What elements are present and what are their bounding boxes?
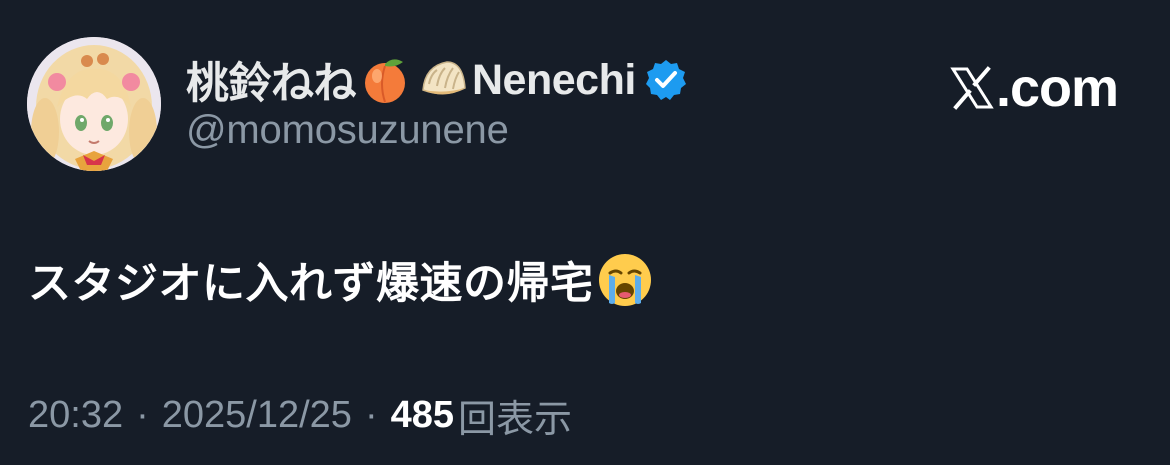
verified-badge-icon[interactable] [644, 58, 688, 102]
dumpling-emoji-icon [417, 54, 469, 106]
site-logo-text: .com [995, 58, 1119, 118]
avatar[interactable] [27, 37, 161, 171]
tweet-text: スタジオに入れず爆速の帰宅 [28, 260, 594, 308]
meta-separator: · [364, 393, 378, 436]
post-time[interactable]: 20:32 [28, 394, 123, 437]
peach-emoji-icon [359, 54, 411, 106]
x-logo-icon [950, 66, 994, 110]
site-logo: .com [950, 58, 1119, 118]
views-label: 回表示 [458, 398, 573, 441]
post-date[interactable]: 2025/12/25 [162, 394, 352, 437]
display-name[interactable]: 桃鈴ねね Nenechi [186, 52, 688, 108]
user-handle[interactable]: @momosuzunene [186, 108, 509, 153]
tweet-body: スタジオに入れず爆速の帰宅 [28, 248, 657, 312]
post-meta: 20:32 · 2025/12/25 · 485 回表示 [28, 390, 573, 441]
meta-separator: · [136, 393, 149, 436]
loudly-crying-face-emoji-icon [596, 251, 654, 309]
views-count[interactable]: 485 [391, 394, 454, 437]
display-name-suffix: Nenechi [472, 55, 636, 104]
display-name-text: 桃鈴ねね [186, 60, 357, 108]
tweet-card: 桃鈴ねね Nenechi @momosuzunene .com スタジオに入れず… [0, 0, 1170, 465]
